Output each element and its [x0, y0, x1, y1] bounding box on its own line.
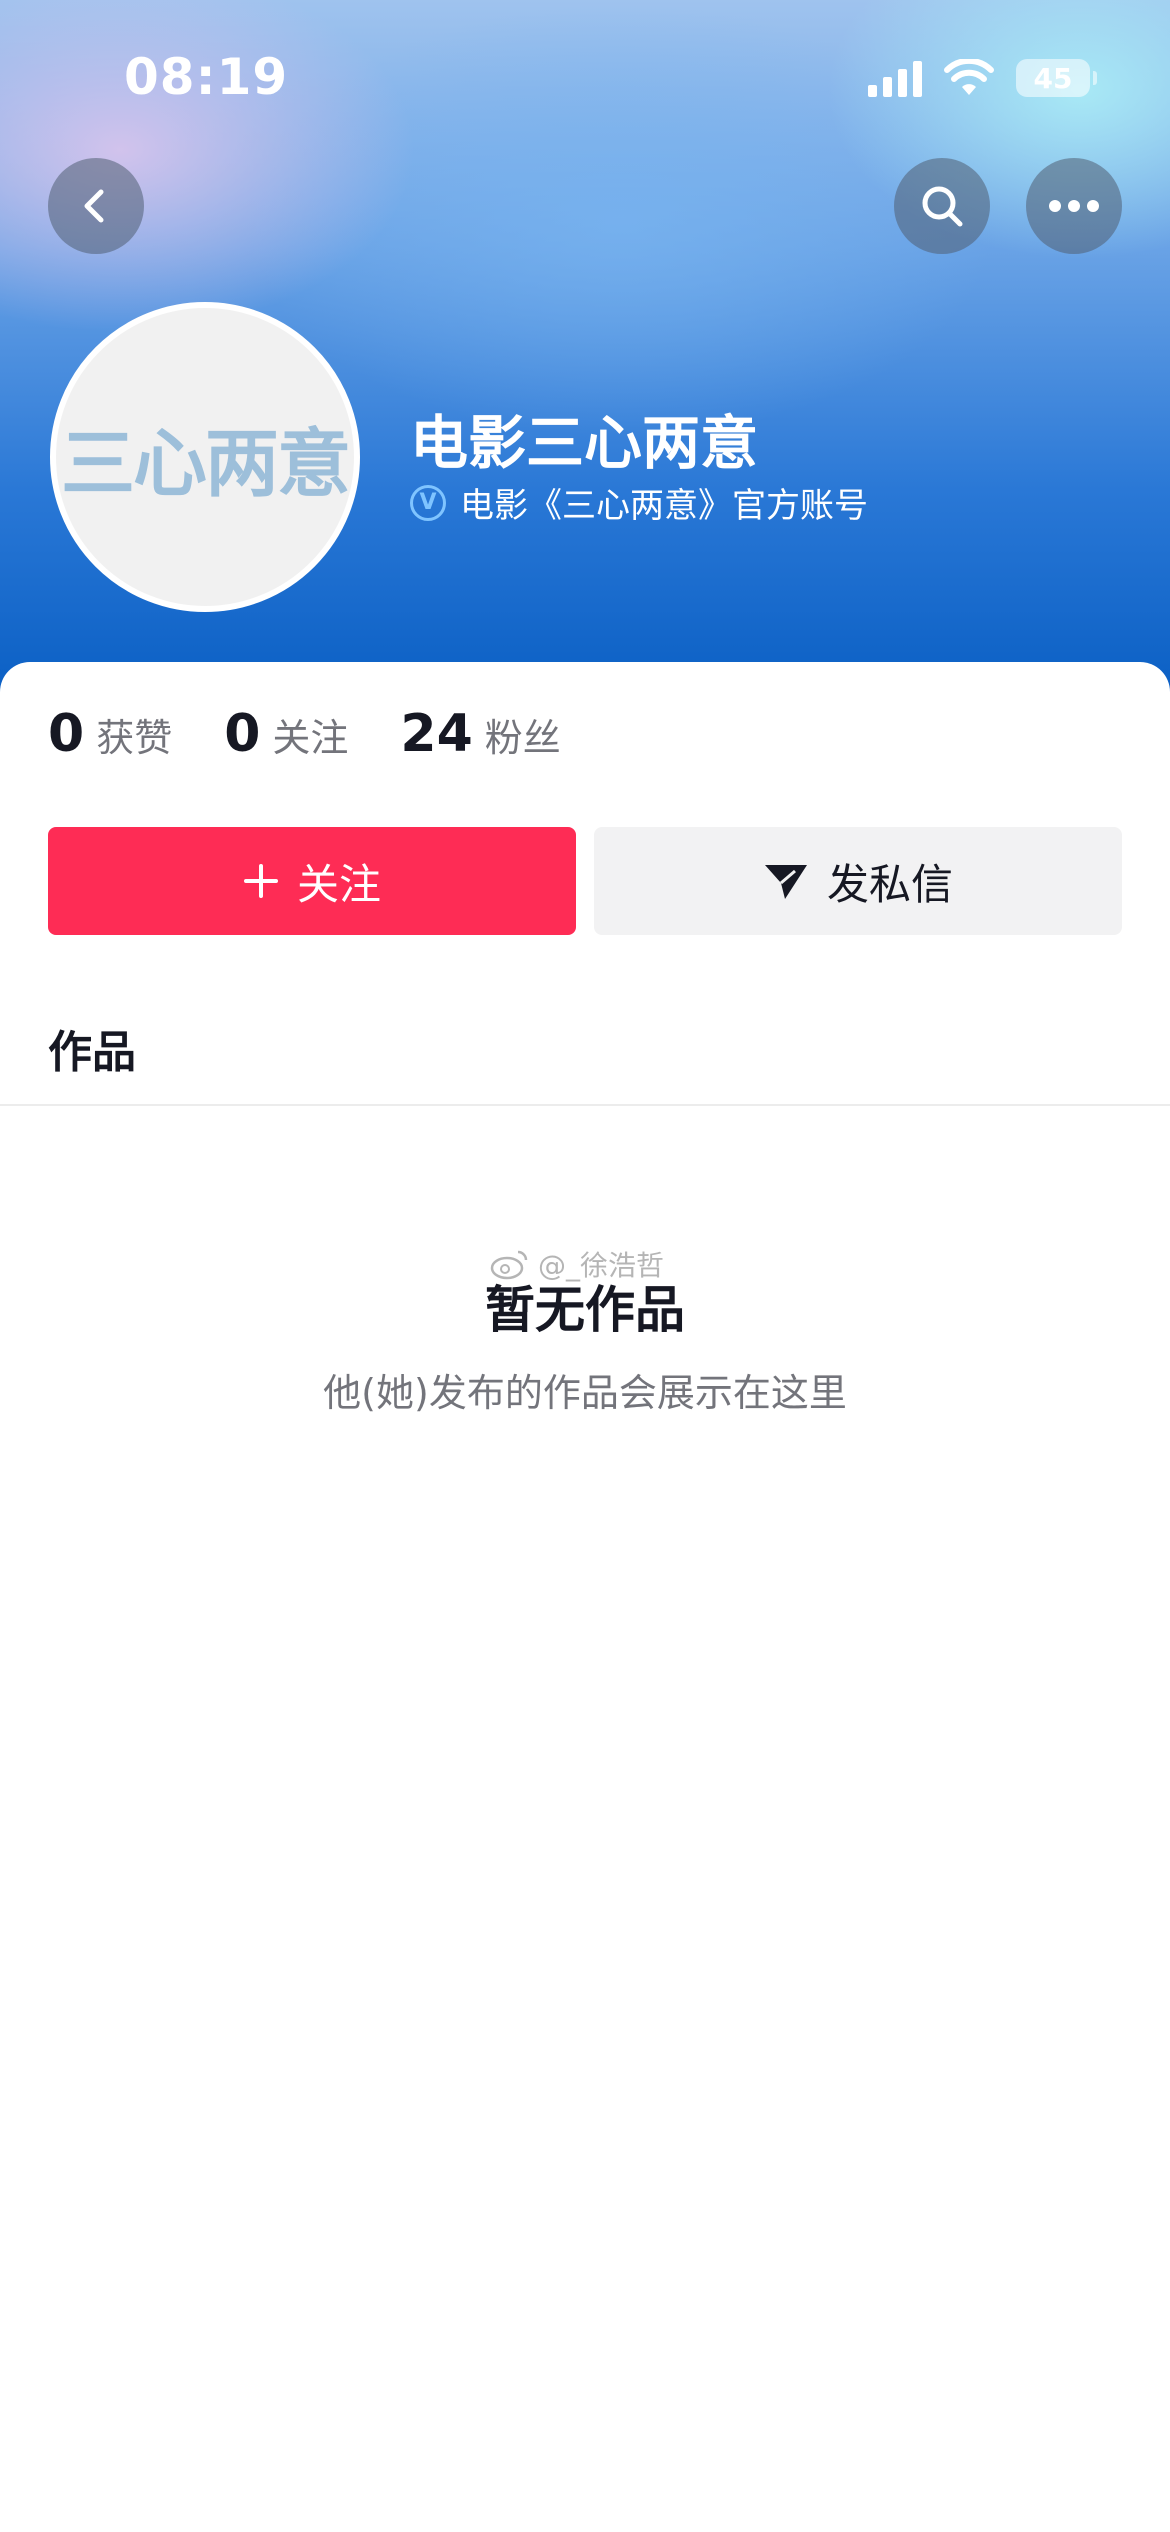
cellular-signal-icon — [868, 59, 922, 97]
avatar-logo-text: 三心两意 — [61, 420, 351, 507]
status-time: 08:19 — [124, 48, 289, 106]
chevron-left-icon — [84, 189, 104, 223]
profile-stats: 0 获赞 0 关注 24 粉丝 — [48, 704, 561, 764]
stat-label: 粉丝 — [484, 716, 561, 760]
more-button[interactable] — [1026, 158, 1122, 254]
profile-name: 电影三心两意 — [410, 409, 759, 477]
battery-icon: 45 — [1016, 59, 1097, 97]
tab-divider — [0, 1104, 1170, 1106]
plus-icon — [243, 864, 278, 898]
wifi-icon — [944, 59, 994, 95]
profile-content-card — [0, 662, 1170, 2532]
send-message-button[interactable]: 发私信 — [594, 827, 1122, 935]
stat-followers[interactable]: 24 粉丝 — [400, 704, 560, 764]
empty-state-title: 暂无作品 — [485, 1281, 685, 1339]
tab-works[interactable]: 作品 — [48, 1016, 136, 1080]
verified-description: 电影《三心两意》官方账号 — [460, 486, 868, 526]
back-button[interactable] — [48, 158, 144, 254]
follow-button[interactable]: 关注 — [48, 827, 576, 935]
empty-state-subtitle: 他(她)发布的作品会展示在这里 — [323, 1371, 847, 1415]
avatar[interactable]: 三心两意 — [50, 302, 360, 612]
stat-value: 24 — [400, 704, 473, 764]
stat-label: 获赞 — [96, 716, 173, 760]
verification-info: V 电影《三心两意》官方账号 — [410, 478, 868, 527]
send-message-label: 发私信 — [826, 859, 953, 909]
send-icon — [764, 865, 807, 899]
battery-level: 45 — [1033, 61, 1073, 95]
stat-label: 关注 — [272, 716, 349, 760]
more-horizontal-icon — [1049, 200, 1099, 212]
status-indicators: 45 — [868, 56, 1097, 100]
stat-following[interactable]: 0 关注 — [224, 704, 348, 764]
search-icon — [922, 186, 963, 227]
verified-badge-icon: V — [410, 484, 446, 521]
follow-button-label: 关注 — [296, 859, 381, 909]
stat-likes[interactable]: 0 获赞 — [48, 704, 172, 764]
stat-value: 0 — [224, 704, 261, 764]
search-button[interactable] — [894, 158, 990, 254]
stat-value: 0 — [48, 704, 85, 764]
